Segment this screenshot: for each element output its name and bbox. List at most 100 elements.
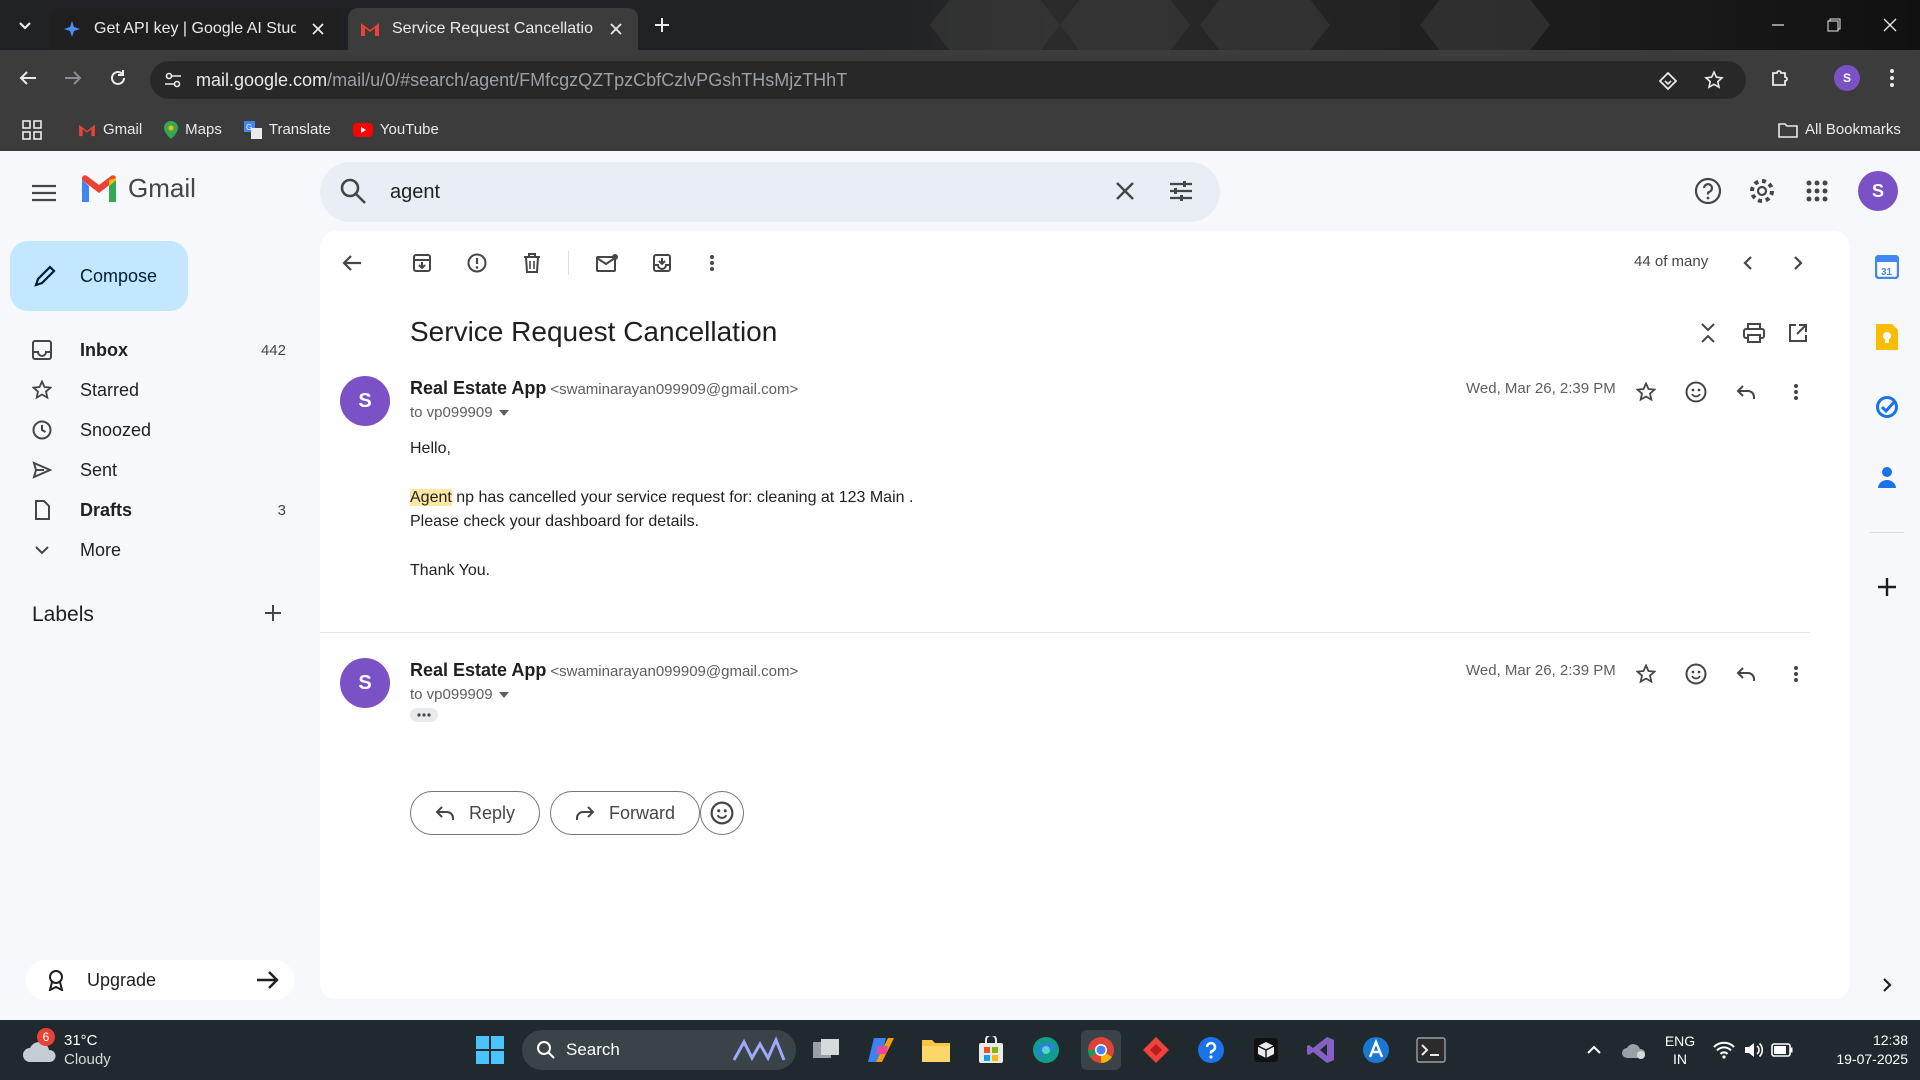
mark-unread-button[interactable] — [591, 247, 623, 279]
taskbar-search[interactable]: Search — [522, 1030, 796, 1070]
start-button[interactable] — [470, 1030, 510, 1070]
store-button[interactable] — [971, 1030, 1011, 1070]
anydesk-button[interactable] — [1136, 1030, 1176, 1070]
show-trimmed-content-button[interactable] — [410, 708, 438, 722]
bookmark-gmail[interactable]: Gmail — [78, 121, 142, 138]
get-addons-button[interactable] — [1872, 572, 1902, 602]
account-avatar[interactable]: S — [1858, 171, 1898, 211]
quick-settings-button[interactable] — [1708, 1030, 1798, 1070]
sidebar-item-inbox[interactable]: Inbox 442 — [0, 331, 300, 369]
compose-button[interactable]: Compose — [10, 241, 188, 311]
forward-nav-button[interactable] — [55, 60, 91, 96]
add-reaction-button[interactable] — [1680, 658, 1712, 690]
clear-search-icon[interactable] — [1110, 176, 1140, 206]
reply-button[interactable] — [1730, 658, 1762, 690]
sidebar-item-more[interactable]: More — [0, 531, 300, 569]
apps-button[interactable] — [22, 119, 44, 140]
close-tab-button[interactable] — [606, 19, 626, 39]
star-button[interactable] — [1630, 658, 1662, 690]
minimize-button[interactable] — [1750, 0, 1806, 50]
new-tab-button[interactable] — [642, 0, 682, 50]
sender-name[interactable]: Real Estate App — [410, 660, 546, 680]
browser-menu-button[interactable] — [1874, 60, 1910, 96]
tab-search-button[interactable] — [0, 0, 50, 50]
forward-pill-button[interactable]: Forward — [550, 791, 701, 835]
star-button[interactable] — [1630, 376, 1662, 408]
move-to-button[interactable] — [646, 247, 678, 279]
chrome-button[interactable] — [1081, 1030, 1121, 1070]
reload-button[interactable] — [100, 60, 136, 96]
collapse-all-button[interactable] — [1692, 317, 1724, 349]
profile-button[interactable]: S — [1829, 60, 1865, 96]
delete-button[interactable] — [516, 247, 548, 279]
app-a-button[interactable] — [1356, 1030, 1396, 1070]
address-bar[interactable]: mail.google.com/mail/u/0/#search/agent/F… — [150, 61, 1746, 99]
help-app-button[interactable] — [1191, 1030, 1231, 1070]
weather-widget[interactable]: 6 31°C Cloudy — [20, 1028, 150, 1070]
close-tab-button[interactable] — [308, 19, 328, 39]
sidebar-item-starred[interactable]: Starred — [0, 371, 300, 409]
close-window-button[interactable] — [1862, 0, 1918, 50]
search-icon[interactable] — [338, 176, 368, 206]
file-explorer-button[interactable] — [916, 1030, 956, 1070]
calendar-app-button[interactable]: 31 — [1872, 252, 1902, 282]
bookmark-translate[interactable]: G Translate — [243, 120, 331, 139]
search-input[interactable]: agent — [390, 181, 440, 204]
recipient-details[interactable]: to vp099909 — [410, 404, 509, 421]
search-bar[interactable]: agent — [320, 162, 1220, 222]
report-spam-button[interactable] — [461, 247, 493, 279]
tab-gmail-active[interactable]: Service Request Cancellation - s — [348, 8, 638, 50]
archive-button[interactable] — [406, 247, 438, 279]
sender-avatar[interactable]: S — [340, 376, 390, 426]
bookmark-youtube[interactable]: YouTube — [352, 121, 439, 138]
open-new-window-button[interactable] — [1782, 317, 1814, 349]
tasks-app-button[interactable] — [1872, 392, 1902, 422]
task-view-button[interactable] — [806, 1030, 846, 1070]
main-menu-button[interactable] — [24, 173, 64, 213]
search-options-icon[interactable] — [1166, 176, 1196, 206]
sidebar-item-drafts[interactable]: Drafts 3 — [0, 491, 300, 529]
reply-button[interactable] — [1730, 376, 1762, 408]
restore-button[interactable] — [1806, 0, 1862, 50]
gmail-logo[interactable]: Gmail — [80, 173, 196, 204]
sender-name[interactable]: Real Estate App — [410, 378, 546, 398]
show-side-panel-button[interactable] — [1872, 970, 1902, 1000]
visual-studio-button[interactable] — [1301, 1030, 1341, 1070]
extensions-button[interactable] — [1762, 60, 1798, 96]
react-pill-button[interactable] — [700, 791, 744, 835]
terminal-button[interactable] — [1411, 1030, 1451, 1070]
google-apps-button[interactable] — [1797, 171, 1837, 211]
keep-app-button[interactable] — [1872, 322, 1902, 352]
more-actions-button[interactable] — [696, 247, 728, 279]
settings-button[interactable] — [1742, 171, 1782, 211]
tab-ai-studio[interactable]: Get API key | Google AI Studio — [50, 8, 340, 50]
print-button[interactable] — [1738, 317, 1770, 349]
cursor-app-button[interactable] — [1246, 1030, 1286, 1070]
back-button[interactable] — [10, 60, 46, 96]
contacts-app-button[interactable] — [1872, 462, 1902, 492]
upgrade-button[interactable]: Upgrade — [26, 960, 294, 1000]
create-label-button[interactable] — [264, 604, 282, 622]
recipient-details[interactable]: to vp099909 — [410, 686, 509, 703]
support-button[interactable] — [1688, 171, 1728, 211]
sidebar-item-snoozed[interactable]: Snoozed — [0, 411, 300, 449]
input-language[interactable]: ENG IN — [1660, 1032, 1700, 1068]
show-hidden-icons-button[interactable] — [1574, 1030, 1614, 1070]
onedrive-button[interactable] — [1614, 1030, 1654, 1070]
older-button[interactable] — [1782, 247, 1814, 279]
all-bookmarks[interactable]: All Bookmarks — [1778, 121, 1901, 138]
newer-button[interactable] — [1732, 247, 1764, 279]
copilot-button[interactable] — [861, 1030, 901, 1070]
back-to-search-button[interactable] — [336, 247, 368, 279]
reply-pill-button[interactable]: Reply — [410, 791, 541, 835]
clock[interactable]: 12:38 19-07-2025 — [1808, 1031, 1908, 1069]
sidebar-item-sent[interactable]: Sent — [0, 451, 300, 489]
message-more-button[interactable] — [1780, 376, 1812, 408]
install-app-icon[interactable] — [1658, 71, 1678, 91]
message-more-button[interactable] — [1780, 658, 1812, 690]
bookmark-maps[interactable]: Maps — [164, 120, 222, 139]
sender-avatar[interactable]: S — [340, 658, 390, 708]
edge-button[interactable] — [1026, 1030, 1066, 1070]
bookmark-star-icon[interactable] — [1704, 70, 1724, 90]
add-reaction-button[interactable] — [1680, 376, 1712, 408]
